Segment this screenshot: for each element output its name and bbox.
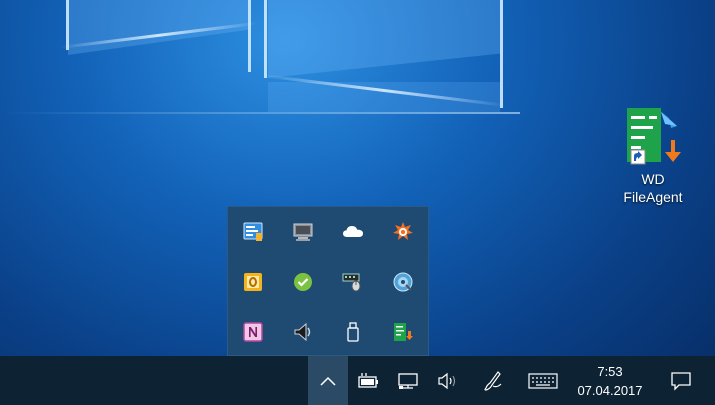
wd-fileagent-tray-icon <box>394 323 413 341</box>
outlook-icon <box>244 273 262 291</box>
windows-ink-button[interactable] <box>478 356 508 405</box>
show-hidden-icons-button[interactable] <box>308 356 348 405</box>
speaker-icon <box>294 322 311 342</box>
battery-button[interactable] <box>352 356 384 405</box>
speaker-volume-icon <box>438 372 456 389</box>
display-monitor-icon <box>293 223 313 241</box>
network-button[interactable] <box>394 356 422 405</box>
desktop-icon-label-line2: FileAgent <box>623 189 683 205</box>
wallpaper-beam-3 <box>264 0 267 78</box>
tray-icon-onenote[interactable] <box>228 307 278 357</box>
tray-icon-display[interactable] <box>278 207 328 257</box>
tray-icon-usb[interactable] <box>328 307 378 357</box>
wd-fileagent-shortcut[interactable]: WD FileAgent <box>608 104 698 206</box>
clock-time: 7:53 <box>597 363 623 379</box>
wallpaper-beam-2 <box>248 0 251 72</box>
taskbar: 7:53 07.04.2017 <box>0 356 715 405</box>
tray-icon-avast[interactable] <box>378 207 428 257</box>
tray-icon-onedrive[interactable] <box>328 207 378 257</box>
tray-icon-keyboard-mouse[interactable] <box>328 257 378 307</box>
network-settings-icon <box>243 222 263 241</box>
usb-drive-icon <box>347 322 359 342</box>
desktop-icon-label-line1: WD <box>641 171 665 187</box>
onedrive-cloud-icon <box>343 226 363 237</box>
keyboard-mouse-icon <box>342 273 361 292</box>
volume-button[interactable] <box>434 356 462 405</box>
pen-ink-icon <box>484 370 502 391</box>
avast-icon <box>393 222 413 240</box>
keyboard-icon <box>528 372 558 389</box>
wallpaper-pane-low <box>268 82 500 112</box>
tray-icon-speaker[interactable] <box>278 307 328 357</box>
tray-icon-disc[interactable] <box>378 257 428 307</box>
chevron-up-icon <box>320 376 336 386</box>
onenote-icon <box>243 322 263 342</box>
tray-overflow-grid <box>228 207 428 355</box>
touch-keyboard-button[interactable] <box>524 356 562 405</box>
network-monitor-icon <box>398 372 418 389</box>
wallpaper-pane-right <box>268 0 500 79</box>
clock-date: 07.04.2017 <box>577 382 643 398</box>
skype-check-icon <box>294 273 312 291</box>
tray-icon-wd-fileagent[interactable] <box>378 307 428 357</box>
disc-drive-icon <box>393 272 413 292</box>
wd-fileagent-icon <box>627 108 681 165</box>
notification-icon <box>671 371 691 391</box>
wallpaper-beam-4 <box>500 0 503 108</box>
tray-icon-outlook[interactable] <box>228 257 278 307</box>
taskbar-clock[interactable]: 7:53 07.04.2017 <box>568 356 652 405</box>
action-center-button[interactable] <box>664 356 698 405</box>
tray-overflow-popup <box>227 206 429 356</box>
tray-icon-skype[interactable] <box>278 257 328 307</box>
battery-plug-icon <box>358 372 378 388</box>
wallpaper-beam-1 <box>66 0 69 50</box>
tray-icon-network-settings[interactable] <box>228 207 278 257</box>
wallpaper-beam-7 <box>0 112 520 114</box>
